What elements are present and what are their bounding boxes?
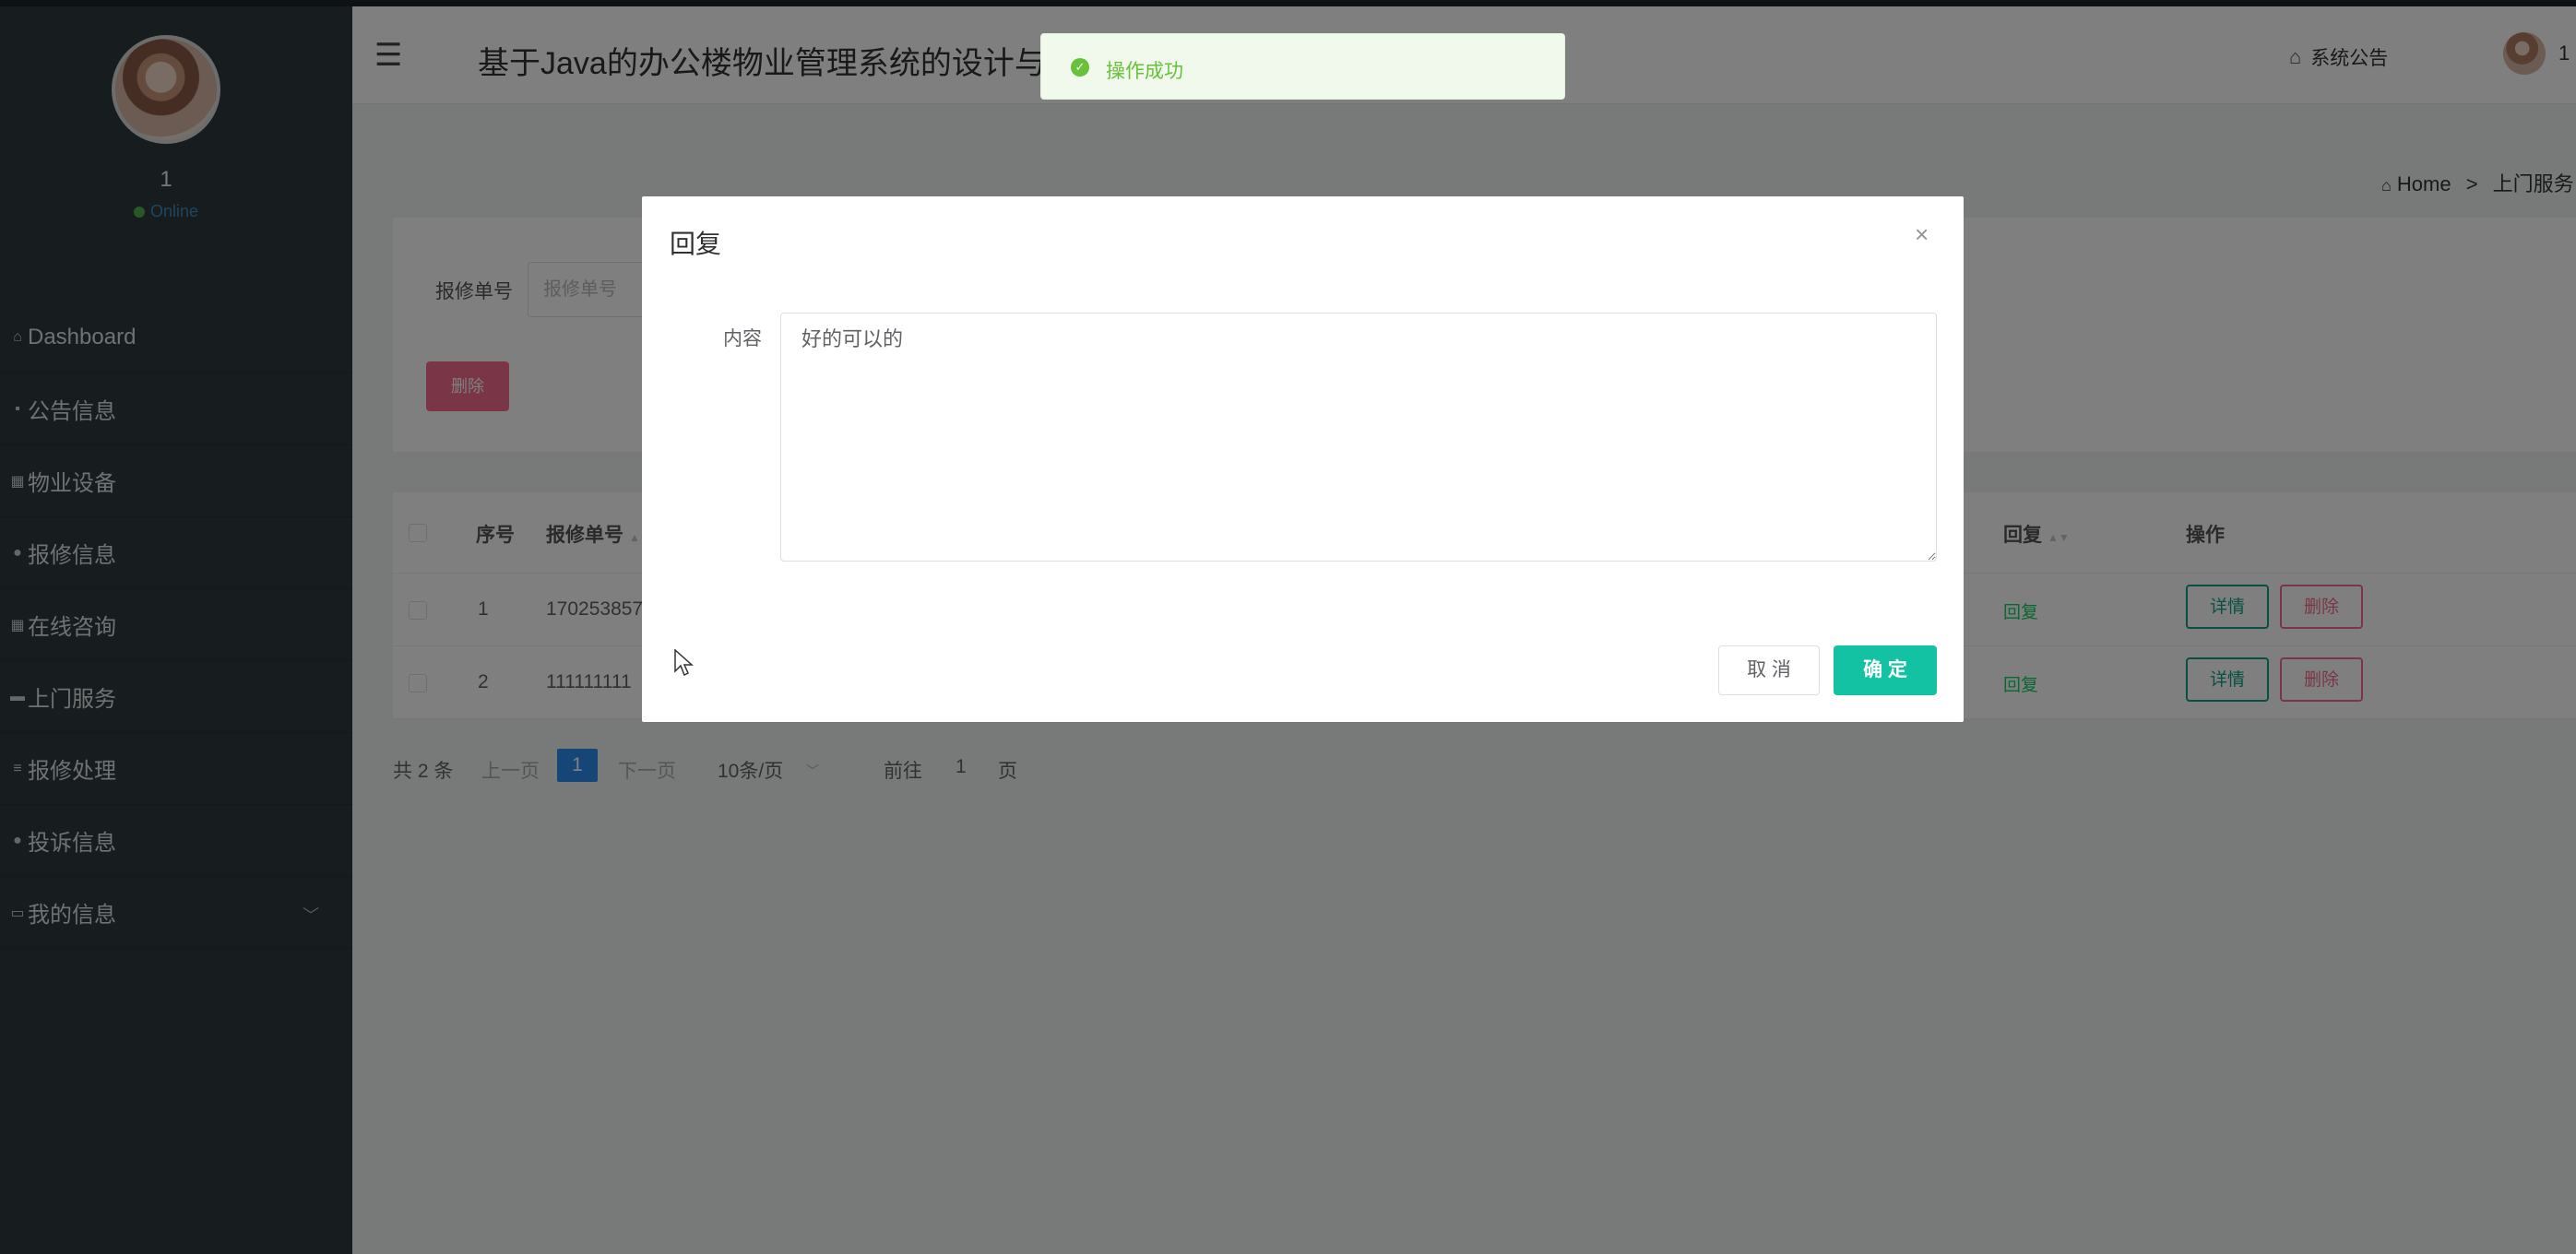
reply-dialog: 回复 × 内容 好的可以的 取 消 确 定 [642,196,1964,722]
dialog-title: 回复 [670,230,722,258]
close-icon[interactable]: × [1915,220,1929,249]
confirm-button[interactable]: 确 定 [1834,645,1937,695]
cancel-button[interactable]: 取 消 [1718,645,1820,695]
check-circle-icon: ✓ [1071,58,1089,77]
content-textarea[interactable]: 好的可以的 [780,313,1937,562]
content-label: 内容 [723,328,762,349]
mouse-cursor-icon [674,649,694,677]
success-toast: ✓ 操作成功 [1040,33,1565,100]
toast-message: 操作成功 [1106,61,1183,82]
